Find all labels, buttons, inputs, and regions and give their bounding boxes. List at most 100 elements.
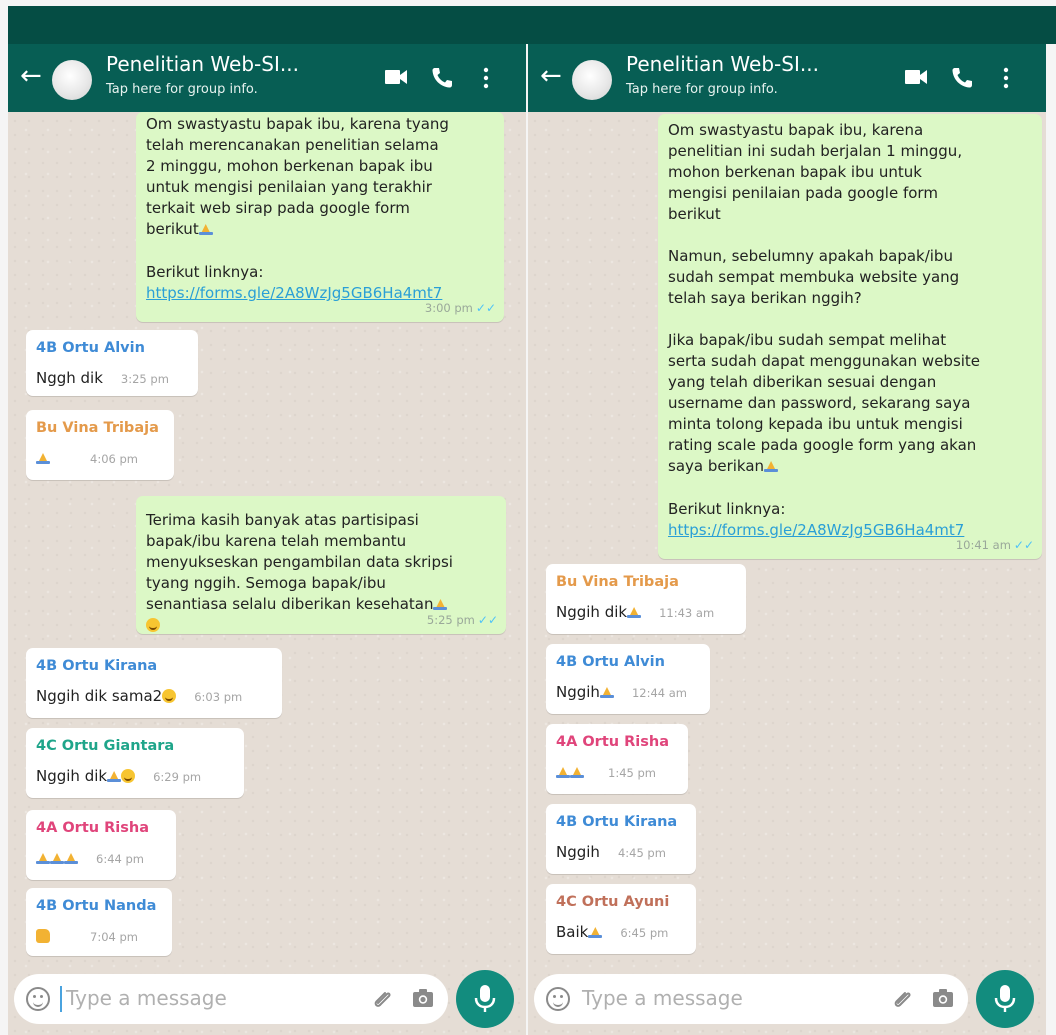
status-bar: [8, 6, 1056, 44]
folded-hands-emoji: [107, 771, 122, 782]
sender-name[interactable]: 4C Ortu Ayuni: [556, 890, 686, 914]
folded-hands-emoji: [36, 853, 50, 864]
emoji-icon[interactable]: [546, 987, 570, 1011]
message-text: 4:06 pm: [36, 448, 164, 470]
message-incoming[interactable]: Bu Vina Tribaja Nggih dik 11:43 am: [546, 564, 746, 634]
sender-name[interactable]: 4B Ortu Nanda: [36, 894, 162, 918]
group-subtitle[interactable]: Tap here for group info.: [626, 82, 778, 97]
folded-hands-emoji: [627, 607, 642, 618]
message-text: Nggih dik 11:43 am: [556, 603, 715, 621]
voice-call-icon[interactable]: [430, 66, 454, 90]
back-arrow-icon[interactable]: ←: [20, 62, 42, 90]
camera-icon[interactable]: [412, 988, 434, 1008]
message-text: Om swastyastu bapak ibu, karena tyang te…: [146, 115, 449, 238]
video-call-icon[interactable]: [384, 66, 408, 88]
folded-hands-emoji: [36, 453, 50, 464]
message-incoming[interactable]: 4B Ortu Kirana Nggih dik sama2 6:03 pm: [26, 648, 282, 718]
message-input[interactable]: Type a message: [14, 974, 448, 1024]
chat-header[interactable]: ← Penelitian Web-SI... Tap here for grou…: [528, 44, 1046, 112]
screenshot-root: ← Penelitian Web-SI... Tap here for grou…: [8, 6, 1056, 1035]
back-arrow-icon[interactable]: ←: [540, 62, 562, 90]
thumbs-up-emoji: [36, 929, 50, 943]
read-receipt-icon: ✓✓: [1013, 538, 1034, 552]
folded-hands-emoji: [764, 461, 779, 472]
message-incoming[interactable]: 4B Ortu Alvin Nggh dik 3:25 pm: [26, 330, 198, 396]
folded-hands-emoji: [50, 853, 64, 864]
sender-name[interactable]: 4A Ortu Risha: [556, 730, 678, 754]
message-time: 11:43 am: [659, 606, 715, 620]
smiling-face-emoji: [162, 689, 177, 703]
sender-name[interactable]: 4B Ortu Kirana: [36, 654, 272, 678]
message-time: 6:44 pm: [96, 852, 144, 866]
composer: Type a message: [8, 962, 526, 1035]
group-title[interactable]: Penelitian Web-SI...: [106, 52, 299, 76]
link-label: Berikut linknya:: [146, 263, 264, 281]
message-time: 3:25 pm: [120, 372, 169, 386]
sender-name[interactable]: 4A Ortu Risha: [36, 816, 166, 840]
group-avatar-icon[interactable]: [52, 60, 92, 100]
emoji-icon[interactable]: [26, 987, 50, 1011]
message-time: 4:45 pm: [617, 846, 666, 860]
group-subtitle[interactable]: Tap here for group info.: [106, 82, 258, 97]
more-options-icon[interactable]: [482, 66, 490, 90]
sender-name[interactable]: Bu Vina Tribaja: [36, 416, 164, 440]
message-incoming[interactable]: 4B Ortu Nanda 7:04 pm: [26, 888, 172, 956]
message-time: 1:45 pm: [608, 766, 656, 780]
sender-name[interactable]: 4B Ortu Alvin: [36, 336, 188, 360]
chat-header[interactable]: ← Penelitian Web-SI... Tap here for grou…: [8, 44, 526, 112]
message-text: Baik 6:45 pm: [556, 923, 669, 941]
video-call-icon[interactable]: [904, 66, 928, 88]
mic-icon: [994, 985, 1016, 1012]
message-text: Nggih 4:45 pm: [556, 843, 666, 861]
message-input[interactable]: Type a message: [534, 974, 968, 1024]
folded-hands-emoji: [588, 927, 603, 938]
link-label: Berikut linknya:: [668, 500, 786, 518]
message-time: 3:00 pm: [424, 301, 473, 315]
message-placeholder[interactable]: Type a message: [582, 986, 743, 1010]
message-text: 6:44 pm: [36, 848, 166, 870]
sender-name[interactable]: 4C Ortu Giantara: [36, 734, 234, 758]
voice-call-icon[interactable]: [950, 66, 974, 90]
sender-name[interactable]: 4B Ortu Alvin: [556, 650, 700, 674]
smiling-face-emoji: [146, 618, 160, 632]
message-incoming[interactable]: 4B Ortu Kirana Nggih 4:45 pm: [546, 804, 696, 874]
message-outgoing[interactable]: Om swastyastu bapak ibu, karena tyang te…: [136, 112, 504, 322]
mic-icon: [474, 985, 496, 1012]
message-list[interactable]: Om swastyastu bapak ibu, karena tyang te…: [8, 112, 526, 962]
message-placeholder[interactable]: Type a message: [66, 986, 227, 1010]
smiling-face-emoji: [121, 769, 136, 783]
folded-hands-emoji: [64, 853, 78, 864]
message-text: 1:45 pm: [556, 762, 678, 784]
folded-hands-emoji: [556, 767, 570, 778]
chat-panel-right: ← Penelitian Web-SI... Tap here for grou…: [528, 44, 1046, 1035]
more-options-icon[interactable]: [1002, 66, 1010, 90]
message-incoming[interactable]: Bu Vina Tribaja 4:06 pm: [26, 410, 174, 480]
message-incoming[interactable]: 4A Ortu Risha 1:45 pm: [546, 724, 688, 794]
sender-name[interactable]: Bu Vina Tribaja: [556, 570, 736, 594]
message-incoming[interactable]: 4B Ortu Alvin Nggih 12:44 am: [546, 644, 710, 714]
message-incoming[interactable]: 4C Ortu Giantara Nggih dik 6:29 pm: [26, 728, 244, 798]
attach-icon[interactable]: [372, 987, 394, 1009]
camera-icon[interactable]: [932, 988, 954, 1008]
attach-icon[interactable]: [892, 987, 914, 1009]
message-text: Om swastyastu bapak ibu, karena peneliti…: [668, 121, 981, 475]
message-text: 7:04 pm: [36, 926, 162, 948]
mic-button[interactable]: [976, 970, 1034, 1028]
message-list[interactable]: Om swastyastu bapak ibu, karena peneliti…: [528, 112, 1046, 962]
message-outgoing[interactable]: Terima kasih banyak atas partisipasi bap…: [136, 496, 506, 634]
mic-button[interactable]: [456, 970, 514, 1028]
message-time: 6:29 pm: [153, 770, 202, 784]
message-meta: 5:25 pm ✓✓: [427, 610, 498, 631]
composer: Type a message: [528, 962, 1046, 1035]
group-title[interactable]: Penelitian Web-SI...: [626, 52, 819, 76]
message-outgoing[interactable]: Om swastyastu bapak ibu, karena peneliti…: [658, 114, 1042, 559]
chat-panel-left: ← Penelitian Web-SI... Tap here for grou…: [8, 44, 526, 1035]
message-incoming[interactable]: 4C Ortu Ayuni Baik 6:45 pm: [546, 884, 696, 954]
group-avatar-icon[interactable]: [572, 60, 612, 100]
message-incoming[interactable]: 4A Ortu Risha 6:44 pm: [26, 810, 176, 880]
message-time: 12:44 am: [631, 686, 687, 700]
message-time: 10:41 am: [955, 538, 1011, 552]
message-meta: 10:41 am ✓✓: [956, 535, 1034, 556]
sender-name[interactable]: 4B Ortu Kirana: [556, 810, 686, 834]
message-time: 4:06 pm: [90, 452, 138, 466]
